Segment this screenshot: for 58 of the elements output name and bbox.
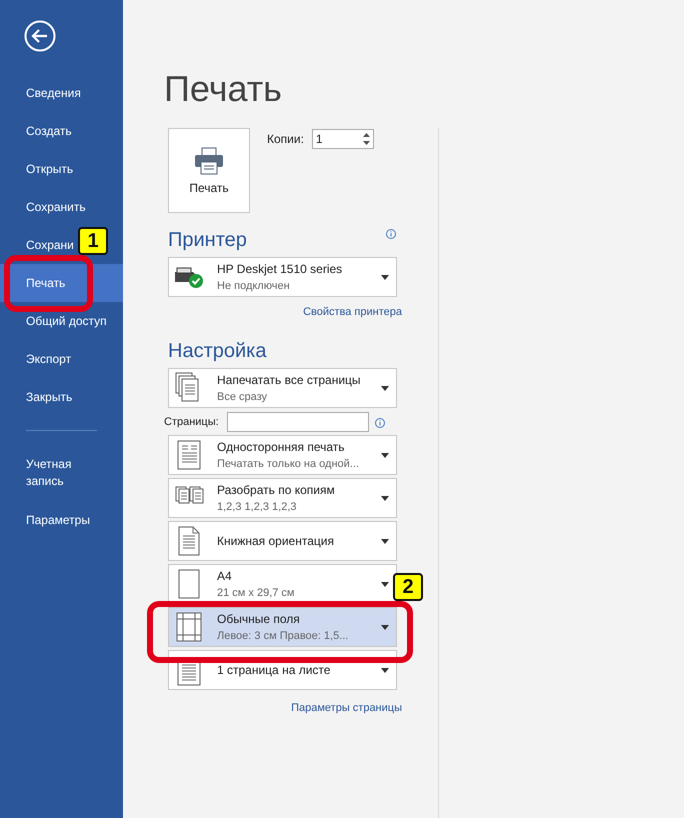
setting-title: Напечатать все страницы — [217, 373, 362, 387]
setting-dropdown[interactable]: Разобрать по копиям 1,2,3 1,2,3 1,2,3 — [168, 478, 397, 518]
setting-title: Разобрать по копиям — [217, 483, 336, 497]
printer-icon — [194, 146, 224, 174]
page-title: Печать — [164, 68, 282, 110]
menu-item[interactable]: Параметры — [0, 510, 96, 530]
printer-dropdown[interactable]: HP Deskjet 1510 series Не подключен — [168, 257, 397, 297]
back-icon[interactable] — [24, 20, 56, 52]
printer-name: HP Deskjet 1510 series — [217, 262, 344, 276]
step-badge: 2 — [393, 573, 423, 601]
setting-subtitle: Все сразу — [217, 391, 268, 403]
setting-dropdown[interactable]: A4 21 см x 29,7 см — [168, 564, 397, 604]
setting-subtitle: 1,2,3 1,2,3 1,2,3 — [217, 501, 298, 513]
copies-spinner[interactable]: 1 — [312, 129, 374, 149]
copies-label: Копии: — [267, 132, 304, 146]
caret-icon — [381, 496, 389, 500]
menu-item[interactable]: Учетная запись — [0, 454, 102, 492]
menu-item[interactable]: Сохранить — [0, 197, 92, 217]
pages-label: Страницы: — [164, 416, 219, 428]
caret-icon — [381, 538, 389, 544]
print-button[interactable]: Печать — [168, 128, 250, 213]
setting-subtitle: Левое: 3 см Правое: 1,5... — [217, 630, 350, 642]
setting-title: A4 — [217, 569, 233, 583]
menu-item[interactable]: Экспорт — [0, 349, 78, 369]
printer-status: Не подключен — [217, 280, 291, 292]
caret-icon — [381, 274, 389, 280]
setting-dropdown[interactable]: Напечатать все страницы Все сразу — [168, 368, 397, 408]
setting-title: Книжная ориентация — [217, 534, 335, 548]
menu-item[interactable]: Печать — [0, 264, 123, 302]
menu-item[interactable]: Открыть — [0, 159, 80, 179]
setting-title: 1 страница на листе — [217, 663, 332, 677]
caret-icon — [381, 582, 389, 586]
step-badge: 1 — [78, 227, 108, 255]
setting-dropdown[interactable]: Обычные поля Левое: 3 см Правое: 1,5... — [168, 607, 397, 647]
menu-item[interactable]: Закрыть — [0, 387, 78, 407]
caret-icon — [381, 624, 389, 630]
margins-icon — [174, 610, 204, 644]
printer-properties-link[interactable]: Свойства принтера — [303, 306, 402, 318]
caret-icon — [381, 668, 389, 672]
caret-icon — [381, 452, 389, 458]
spin-arrows-icon[interactable] — [362, 132, 370, 146]
menu-item[interactable]: Создать — [0, 121, 78, 141]
caret-icon — [381, 386, 389, 390]
info-icon[interactable] — [374, 418, 385, 428]
menu-item[interactable]: Сведения — [0, 83, 87, 103]
section-heading: Принтер — [168, 228, 247, 253]
setting-dropdown[interactable]: Книжная ориентация — [168, 521, 397, 561]
setting-subtitle: Печатать только на одной... — [217, 458, 360, 470]
pages-field[interactable] — [226, 412, 369, 432]
menu-item[interactable]: Сохрани — [0, 235, 80, 255]
page-setup-link[interactable]: Параметры страницы — [291, 702, 402, 714]
setting-subtitle: 21 см x 29,7 см — [217, 587, 296, 599]
setting-title: Односторонняя печать — [217, 440, 346, 454]
section-heading: Настройка — [168, 339, 266, 364]
setting-title: Обычные поля — [217, 612, 301, 626]
info-icon[interactable] — [386, 229, 396, 239]
menu-item[interactable]: Общий доступ — [0, 311, 113, 331]
setting-dropdown[interactable]: Односторонняя печать Печатать только на одной... — [168, 435, 397, 475]
